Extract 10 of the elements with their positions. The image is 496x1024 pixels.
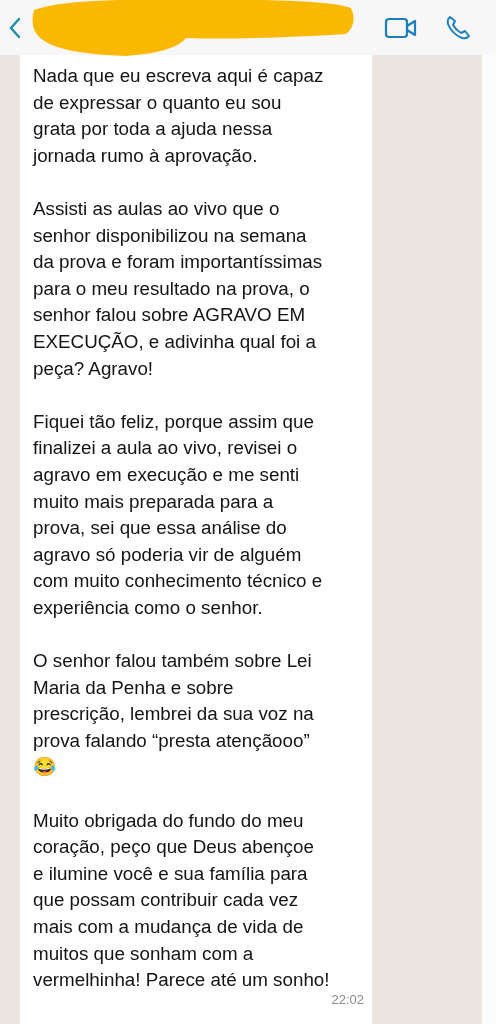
back-button[interactable] xyxy=(8,15,22,40)
video-call-icon[interactable] xyxy=(384,15,418,40)
message-paragraph: Assisti as aulas ao vivo que o senhor disponibilizou na semana da prova e foram importantíssimas para o meu resultado na prova, o senhor falou sobre AGRAVO EM EXECUÇÃO, e adivinha qual foi a peça? Agravo! xyxy=(33,196,323,381)
message-paragraph: Fiquei tão feliz, porque assim que finalizei a aula ao vivo, revisei o agravo em execução e me senti muito mais preparada para a prova, sei que essa análise do agravo só poderia vir de alguém com muito conhecimento técnico e experiência como o senhor. xyxy=(33,409,323,620)
back-chevron-icon xyxy=(8,15,22,40)
phone-call-icon[interactable] xyxy=(444,13,472,42)
message-paragraph: O senhor falou também sobre Lei Maria da Penha e sobre prescrição, lembrei da sua voz na prova falando “presta atençãooo” 😂 xyxy=(33,649,314,780)
message-paragraph: Nada que eu escreva aqui é capaz de expressar o quanto eu sou grata por toda a ajuda nessa jornada rumo à aprovação. xyxy=(33,64,324,168)
message-paragraph: Muito obrigada do fundo do meu coração, peço que Deus abençoe e ilumine você e sua família para que possam contribuir cada vez mais com a mudança de vida de muitos que sonham com a vermelhinha! Parece até um sonho! xyxy=(33,808,330,993)
message-time: 22:02 xyxy=(331,991,364,1008)
